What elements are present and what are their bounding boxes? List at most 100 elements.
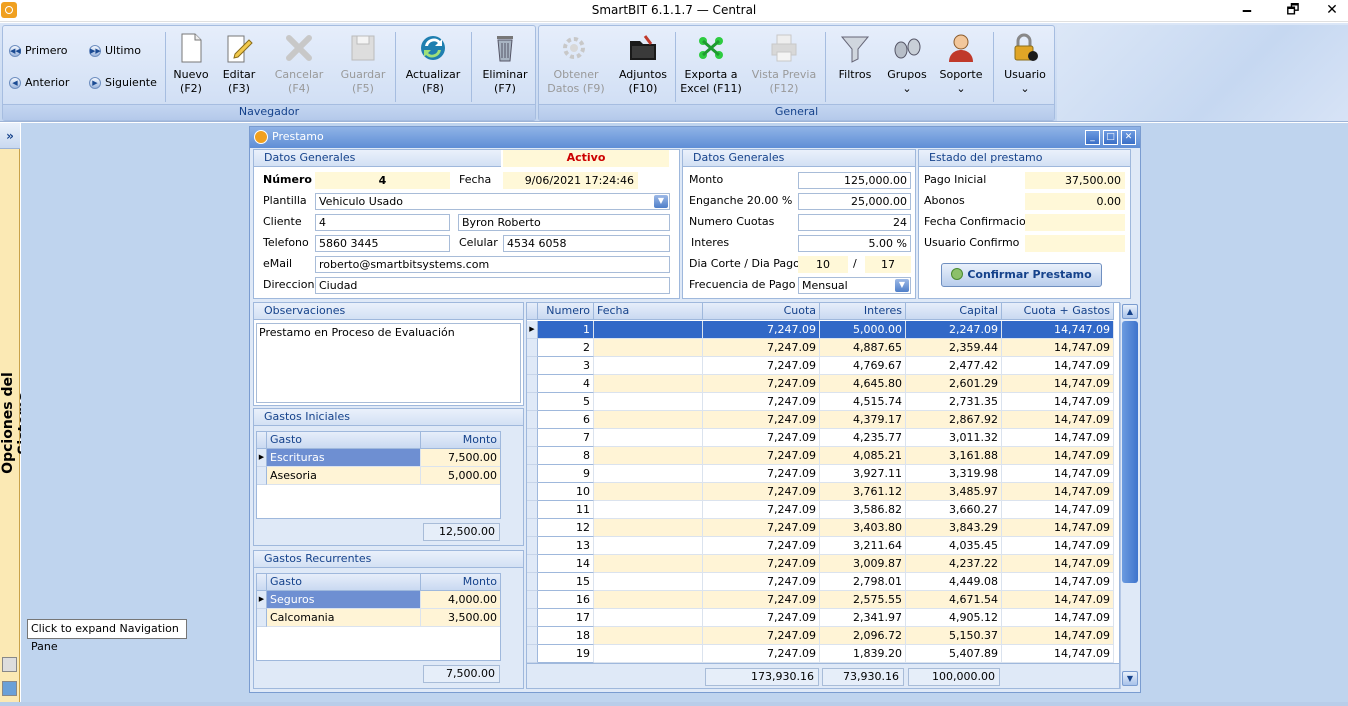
table-cell[interactable]: 7,247.09 [703,447,820,465]
chevron-down-icon[interactable]: ▼ [895,279,909,292]
table-cell[interactable]: Seguros [267,591,421,609]
table-cell[interactable]: 4,449.08 [906,573,1002,591]
table-cell[interactable]: 7,247.09 [703,645,820,663]
table-cell[interactable]: 5,000.00 [421,467,500,485]
table-cell[interactable]: 7,247.09 [703,321,820,339]
table-cell[interactable]: 2,575.55 [820,591,906,609]
table-cell[interactable]: 16 [538,591,594,609]
navigation-pane[interactable]: » Opciones del Sistema [0,123,32,706]
table-cell[interactable] [594,411,703,429]
table-cell[interactable] [594,357,703,375]
table-cell[interactable]: 3,161.88 [906,447,1002,465]
cuotas-field[interactable]: 24 [798,214,911,231]
table-cell[interactable] [594,609,703,627]
table-cell[interactable]: 3,009.87 [820,555,906,573]
column-header[interactable]: Interes [820,303,906,320]
guardar-button[interactable]: Guardar (F5) [337,32,389,96]
table-cell[interactable]: 2,359.44 [906,339,1002,357]
table-cell[interactable]: Escrituras [267,449,421,467]
column-header[interactable]: Gasto [267,574,421,591]
table-cell[interactable]: 4,000.00 [421,591,500,609]
cliente-nombre-field[interactable]: Byron Roberto [458,214,670,231]
table-cell[interactable]: 5 [538,393,594,411]
form-close-button[interactable]: ✕ [1121,130,1136,145]
close-button[interactable]: ✕ [1316,0,1348,22]
table-cell[interactable]: 7,247.09 [703,465,820,483]
table-cell[interactable]: 14,747.09 [1002,447,1114,465]
table-cell[interactable]: 2,798.01 [820,573,906,591]
table-cell[interactable]: 3,500.00 [421,609,500,627]
table-cell[interactable]: 14,747.09 [1002,591,1114,609]
frecuencia-select[interactable]: Mensual ▼ [798,277,911,294]
table-cell[interactable]: 19 [538,645,594,663]
nuevo-button[interactable]: Nuevo (F2) [169,32,213,96]
table-cell[interactable]: 1,839.20 [820,645,906,663]
maximize-button[interactable]: 🗗 [1270,0,1316,22]
table-cell[interactable]: 15 [538,573,594,591]
scroll-thumb[interactable] [1122,321,1138,583]
table-cell[interactable]: 5,407.89 [906,645,1002,663]
soporte-button[interactable]: Soporte ⌄ [935,32,987,96]
table-cell[interactable]: 4,379.17 [820,411,906,429]
table-cell[interactable]: 14,747.09 [1002,357,1114,375]
interes-field[interactable]: 5.00 % [798,235,911,252]
table-cell[interactable]: 7,247.09 [703,411,820,429]
table-cell[interactable]: Asesoria [267,467,421,485]
abonos-field[interactable]: 0.00 [1025,193,1125,210]
table-cell[interactable]: 3,586.82 [820,501,906,519]
vista-previa-button[interactable]: Vista Previa (F12) [751,32,817,96]
table-cell[interactable]: 10 [538,483,594,501]
table-cell[interactable]: 8 [538,447,594,465]
grupos-button[interactable]: Grupos ⌄ [883,32,931,96]
usuario-confirmo-field[interactable] [1025,235,1125,252]
cliente-id-field[interactable]: 4 [315,214,450,231]
table-cell[interactable]: 4,237.22 [906,555,1002,573]
table-cell[interactable]: 14,747.09 [1002,393,1114,411]
column-header[interactable]: Capital [906,303,1002,320]
table-cell[interactable]: 4,035.45 [906,537,1002,555]
table-cell[interactable]: 18 [538,627,594,645]
monitor-icon[interactable] [2,681,17,696]
form-minimize-button[interactable]: _ [1085,130,1100,145]
table-cell[interactable]: 7,247.09 [703,573,820,591]
column-header[interactable]: Fecha [594,303,703,320]
table-cell[interactable]: 2,096.72 [820,627,906,645]
table-cell[interactable]: 4,769.67 [820,357,906,375]
table-cell[interactable]: 7,247.09 [703,483,820,501]
table-cell[interactable]: 7,247.09 [703,627,820,645]
table-cell[interactable]: 14,747.09 [1002,519,1114,537]
table-cell[interactable]: 7,500.00 [421,449,500,467]
tools-icon[interactable] [2,657,17,672]
scroll-down-icon[interactable]: ▼ [1122,671,1138,686]
fecha-field[interactable]: 9/06/2021 17:24:46 [503,172,638,189]
table-cell[interactable]: 7,247.09 [703,609,820,627]
actualizar-button[interactable]: Actualizar (F8) [401,32,465,96]
table-cell[interactable]: 7,247.09 [703,555,820,573]
table-cell[interactable]: 3,011.32 [906,429,1002,447]
chevron-down-icon[interactable]: ▼ [654,195,668,208]
cuotas-scrollbar[interactable]: ▲ ▼ [1120,303,1139,689]
table-cell[interactable]: 1 [538,321,594,339]
table-cell[interactable]: 14 [538,555,594,573]
telefono-field[interactable]: 5860 3445 [315,235,450,252]
table-cell[interactable]: 5,000.00 [820,321,906,339]
table-cell[interactable] [594,627,703,645]
minimize-button[interactable]: 🗕 [1224,0,1270,22]
column-header[interactable]: Monto [421,432,500,449]
table-cell[interactable] [594,465,703,483]
eliminar-button[interactable]: Eliminar (F7) [477,32,533,96]
table-cell[interactable]: 2,341.97 [820,609,906,627]
dia-pago-field[interactable]: 17 [865,256,911,273]
column-header[interactable]: Cuota [703,303,820,320]
confirmar-prestamo-button[interactable]: Confirmar Prestamo [941,263,1102,287]
column-header[interactable]: Cuota + Gastos [1002,303,1114,320]
table-cell[interactable] [594,591,703,609]
table-cell[interactable] [594,573,703,591]
table-cell[interactable]: 7,247.09 [703,375,820,393]
table-cell[interactable]: 4 [538,375,594,393]
table-cell[interactable]: 17 [538,609,594,627]
table-cell[interactable]: Calcomania [267,609,421,627]
table-cell[interactable]: 12 [538,519,594,537]
table-cell[interactable] [594,501,703,519]
table-cell[interactable] [594,519,703,537]
